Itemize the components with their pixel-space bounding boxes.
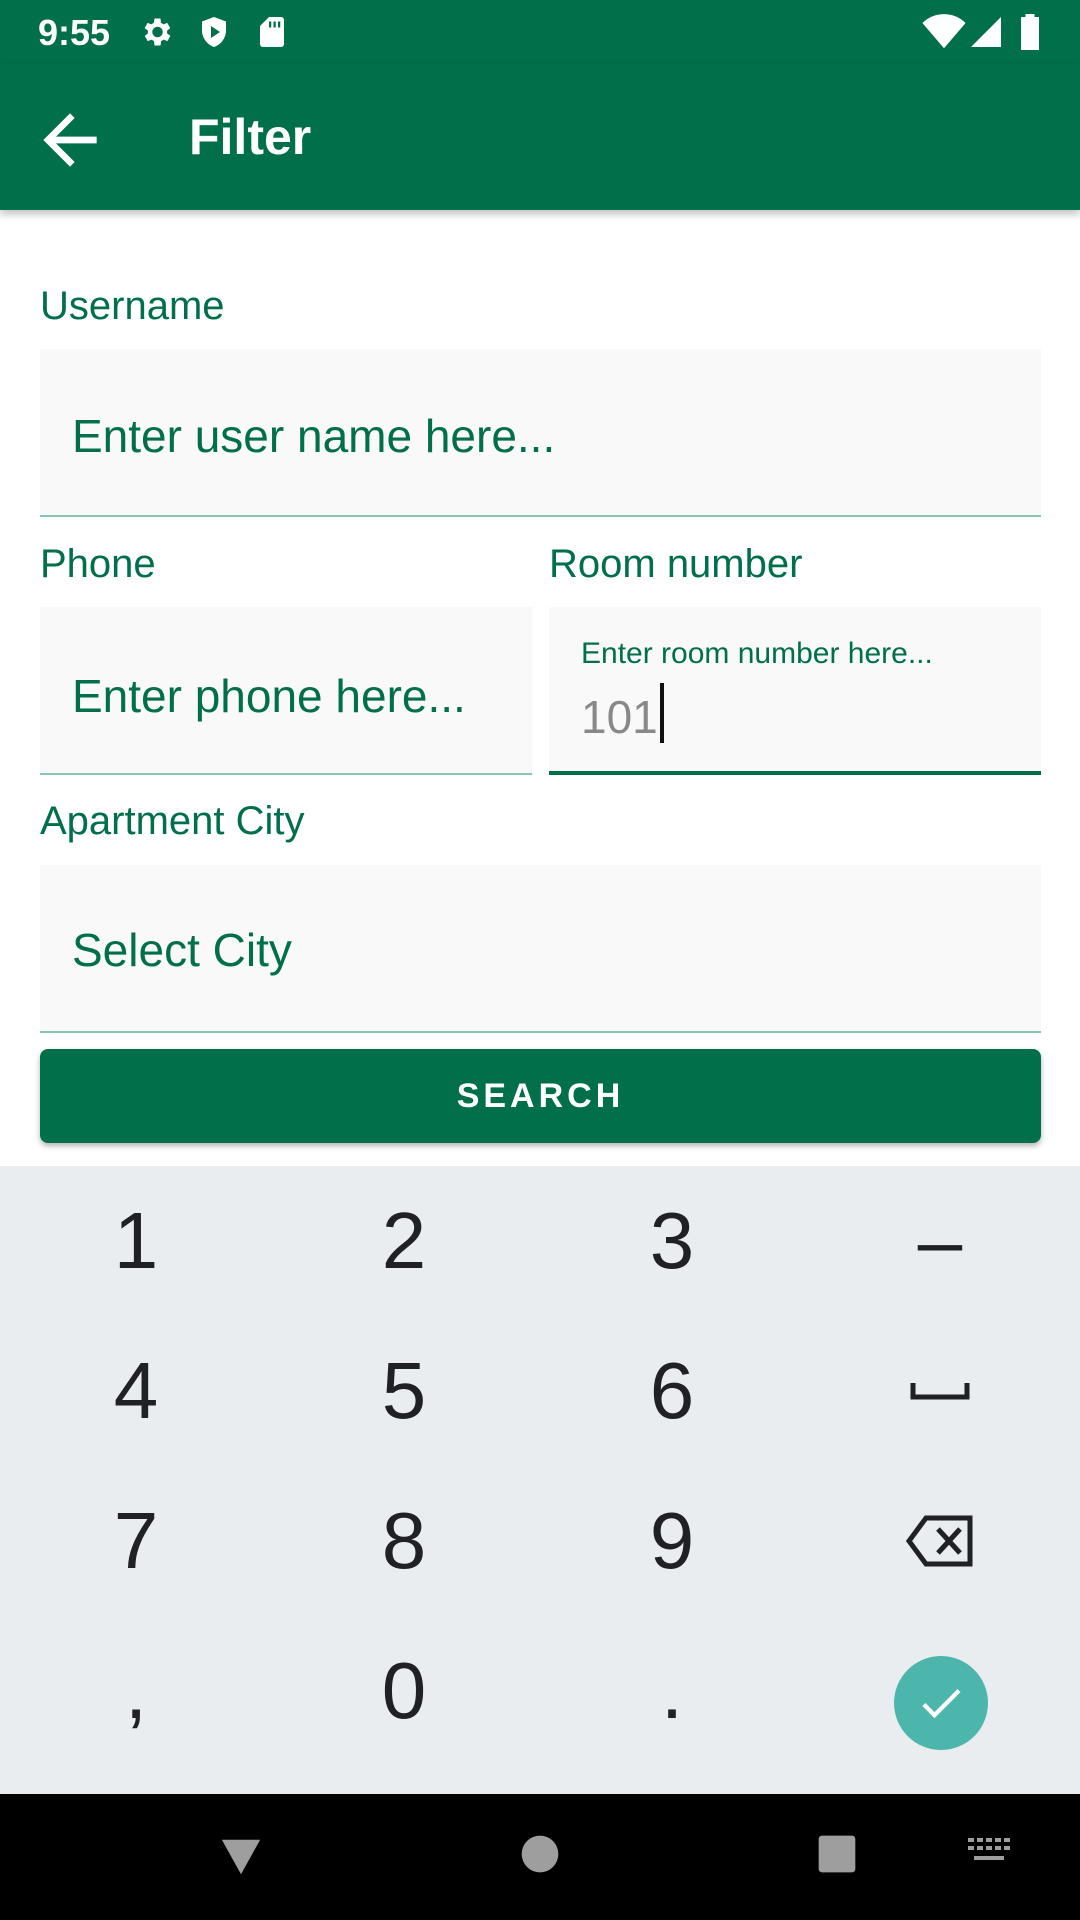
username-label: Username [40, 284, 225, 328]
phone-placeholder: Enter phone here... [72, 670, 466, 722]
check-icon [922, 1689, 961, 1719]
key-dash[interactable]: – [806, 1166, 1074, 1316]
city-select[interactable]: Select City [40, 865, 1041, 1033]
key-backspace[interactable] [806, 1466, 1074, 1616]
phone-field[interactable]: Enter phone here... [40, 607, 532, 775]
search-button[interactable]: SEARCH [40, 1049, 1041, 1143]
home-circle-icon[interactable] [520, 1834, 560, 1879]
room-number-hint: Enter room number here... [581, 637, 933, 670]
back-triangle-icon[interactable] [218, 1834, 264, 1885]
key-9[interactable]: 9 [538, 1466, 806, 1616]
key-8[interactable]: 8 [270, 1466, 538, 1616]
key-comma[interactable]: , [2, 1616, 270, 1766]
key-5[interactable]: 5 [270, 1316, 538, 1466]
recents-square-icon[interactable] [817, 1834, 857, 1879]
key-period[interactable]: . [538, 1616, 806, 1766]
sd-card-icon [254, 14, 290, 55]
key-3[interactable]: 3 [538, 1166, 806, 1316]
key-4[interactable]: 4 [2, 1316, 270, 1466]
key-7[interactable]: 7 [2, 1466, 270, 1616]
username-placeholder: Enter user name here... [72, 410, 556, 462]
status-bar: 9:55 [0, 0, 1080, 64]
room-number-label: Room number [549, 542, 803, 586]
status-time: 9:55 [38, 12, 111, 53]
battery-icon [1018, 14, 1042, 55]
key-done[interactable] [894, 1656, 988, 1750]
key-0[interactable]: 0 [270, 1616, 538, 1766]
app-bar: Filter [0, 64, 1080, 210]
backspace-icon [906, 1515, 973, 1567]
city-placeholder: Select City [72, 924, 292, 976]
wifi-icon [922, 14, 966, 55]
username-field[interactable]: Enter user name here... [40, 349, 1041, 517]
text-cursor [659, 683, 664, 743]
phone-label: Phone [40, 542, 156, 586]
room-number-field[interactable]: Enter room number here... 101 [549, 607, 1041, 775]
page-title: Filter [189, 109, 312, 165]
key-6[interactable]: 6 [538, 1316, 806, 1466]
key-space[interactable] [806, 1316, 1074, 1466]
gear-icon [138, 14, 174, 55]
key-1[interactable]: 1 [2, 1166, 270, 1316]
key-2[interactable]: 2 [270, 1166, 538, 1316]
apartment-city-label: Apartment City [40, 799, 305, 843]
room-number-value: 101 [581, 683, 664, 744]
signal-icon [968, 14, 1004, 55]
keyboard-switch-icon[interactable] [968, 1838, 1010, 1873]
system-nav-bar [0, 1794, 1080, 1920]
shield-play-icon [196, 14, 232, 55]
space-icon [910, 1383, 970, 1400]
back-button[interactable] [30, 100, 110, 180]
arrow-left-icon [43, 113, 97, 167]
numeric-keyboard: 1 2 3 – 4 5 6 7 8 9 , 0 . [0, 1166, 1080, 1794]
